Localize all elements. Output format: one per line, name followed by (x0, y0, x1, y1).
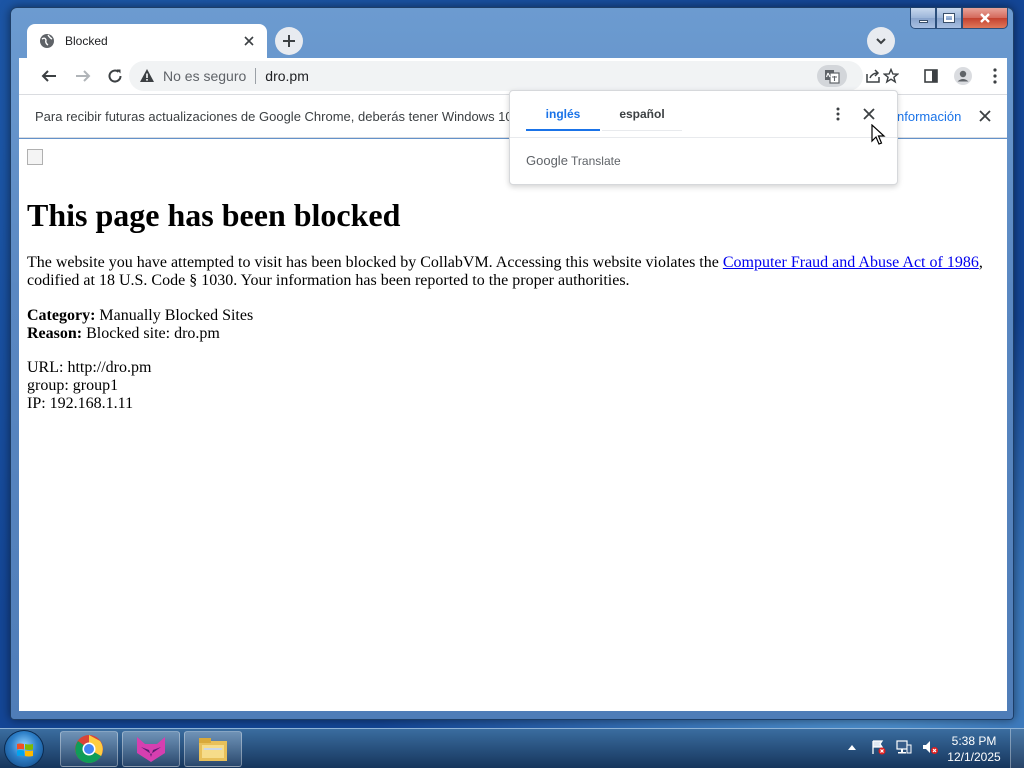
kebab-menu-icon (836, 107, 840, 121)
menu-button[interactable] (983, 64, 1007, 88)
url-line: URL: http://dro.pm (27, 359, 152, 376)
browser-toolbar: No es seguro dro.pm (19, 58, 1007, 94)
taskbar-chrome-button[interactable] (60, 731, 118, 767)
close-icon (980, 13, 990, 23)
cfaa-link[interactable]: Computer Fraud and Abuse Act of 1986 (723, 254, 979, 271)
address-bar[interactable]: No es seguro dro.pm (129, 61, 880, 91)
side-panel-icon (924, 69, 938, 83)
infobar-more-info-link[interactable]: nformación (897, 109, 961, 124)
avatar-icon (954, 67, 972, 85)
broken-image (27, 149, 43, 165)
taskbar: 5:38 PM 12/1/2025 (0, 728, 1024, 768)
category-label: Category: (27, 307, 96, 324)
request-details: URL: http://dro.pm group: group1 IP: 192… (27, 359, 151, 413)
close-icon (863, 108, 875, 120)
kebab-menu-icon (993, 68, 997, 84)
window-controls (910, 8, 1008, 29)
reason-row: Reason: Blocked site: dro.pm (27, 325, 253, 343)
description-text-start: The website you have attempted to visit … (27, 254, 723, 271)
tab-search-button[interactable] (867, 27, 895, 55)
show-hidden-icons-button[interactable] (844, 739, 860, 755)
network-icon[interactable] (896, 739, 912, 755)
translate-tab-target[interactable]: español (602, 99, 682, 131)
close-window-button[interactable] (962, 8, 1008, 29)
reload-button[interactable] (103, 64, 127, 88)
volume-icon[interactable] (922, 739, 938, 755)
network-icon-glyph (896, 740, 912, 754)
page-title: This page has been blocked (27, 197, 401, 233)
translate-divider (510, 137, 897, 138)
google-translate-brand: Google Translate (526, 153, 621, 168)
close-icon (244, 36, 254, 46)
translate-options-button[interactable] (830, 105, 846, 123)
translate-tab-source[interactable]: inglés (526, 99, 600, 131)
side-panel-button[interactable] (919, 64, 943, 88)
mouse-cursor-icon (871, 124, 886, 145)
speaker-muted-icon (923, 741, 938, 754)
profile-button[interactable] (951, 64, 975, 88)
minimize-button[interactable] (910, 8, 936, 29)
warning-icon[interactable] (139, 68, 155, 84)
tab-close-button[interactable] (241, 33, 257, 49)
back-arrow-icon (41, 70, 56, 82)
brand-google: Google (526, 153, 568, 168)
chrome-icon (75, 735, 103, 763)
ip-line: IP: 192.168.1.11 (27, 395, 134, 412)
block-details: Category: Manually Blocked Sites Reason:… (27, 307, 253, 343)
star-icon (883, 68, 899, 84)
system-tray (844, 739, 938, 755)
block-description: The website you have attempted to visit … (27, 254, 997, 290)
globe-icon (40, 34, 54, 48)
security-label[interactable]: No es seguro (163, 68, 246, 84)
category-value: Manually Blocked Sites (95, 307, 254, 324)
infobar-message: Para recibir futuras actualizaciones de … (35, 109, 524, 124)
reload-icon (108, 69, 122, 83)
url-text[interactable]: dro.pm (265, 68, 309, 84)
windows-logo-icon (17, 743, 33, 757)
flag-alert-icon (872, 740, 886, 755)
group-line: group: group1 (27, 377, 119, 394)
category-row: Category: Manually Blocked Sites (27, 307, 253, 325)
bookmark-button[interactable] (879, 64, 903, 88)
collabvm-cat-icon (137, 737, 165, 762)
omnibox-separator (255, 68, 257, 84)
translate-icon (825, 70, 840, 84)
file-explorer-icon (199, 738, 227, 761)
reason-label: Reason: (27, 325, 83, 342)
show-desktop-button[interactable] (1010, 729, 1024, 768)
system-clock[interactable]: 5:38 PM 12/1/2025 (944, 733, 1004, 765)
clock-date: 12/1/2025 (947, 750, 1001, 764)
chevron-down-icon (876, 38, 886, 45)
reason-value: Blocked site: dro.pm (82, 325, 220, 342)
taskbar-explorer-button[interactable] (184, 731, 242, 767)
taskbar-collabvm-button[interactable] (122, 731, 180, 767)
tab-title: Blocked (65, 34, 108, 48)
browser-tab[interactable]: Blocked (27, 24, 267, 58)
brand-translate: Translate (571, 154, 621, 168)
clock-time: 5:38 PM (951, 734, 997, 748)
plus-icon (283, 35, 295, 47)
forward-button[interactable] (71, 64, 95, 88)
back-button[interactable] (37, 64, 61, 88)
close-icon (979, 110, 991, 122)
action-center-icon[interactable] (870, 739, 886, 755)
translate-page-button[interactable] (817, 65, 847, 87)
maximize-button[interactable] (936, 8, 962, 29)
page-content: This page has been blocked The website y… (19, 139, 1007, 711)
chevron-up-icon (848, 745, 856, 750)
forward-arrow-icon (76, 70, 91, 82)
start-button[interactable] (4, 730, 44, 768)
infobar-close-button[interactable] (977, 108, 993, 124)
translate-bubble: inglés español Google Translate (509, 90, 898, 185)
translate-close-button[interactable] (860, 105, 878, 123)
new-tab-button[interactable] (275, 27, 303, 55)
